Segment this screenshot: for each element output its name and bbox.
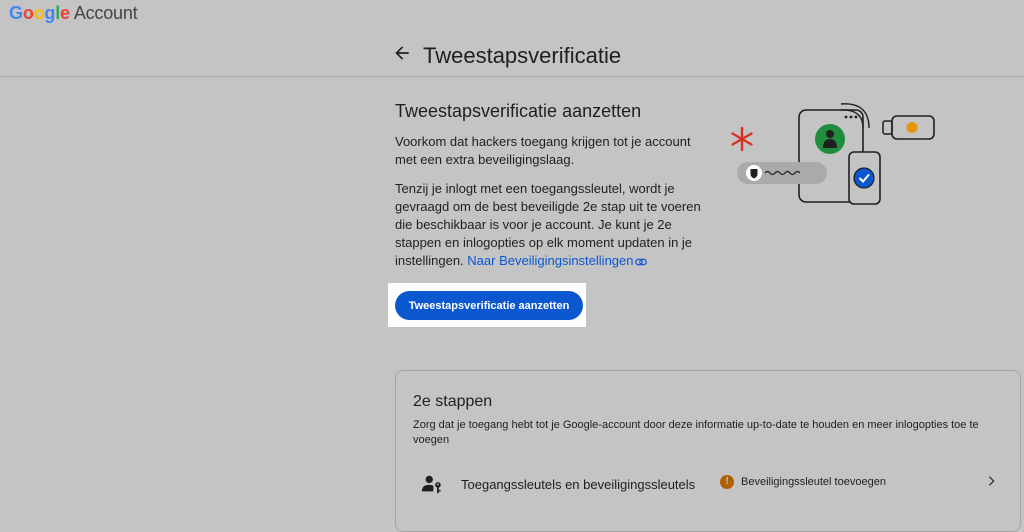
primary-button-highlight: Tweestapsverificatie aanzetten [388, 283, 586, 327]
link-icon [634, 258, 647, 265]
page-header: Tweestapsverificatie [0, 28, 1024, 77]
turn-on-2sv-button[interactable]: Tweestapsverificatie aanzetten [395, 291, 583, 320]
row-label: Toegangssleutels en beveiligingssleutels [461, 477, 696, 492]
passkeys-row[interactable]: Toegangssleutels en beveiligingssleutels… [396, 465, 1020, 505]
google-logo-text: Google [9, 3, 70, 23]
logo-account-label: Account [73, 3, 138, 23]
back-arrow-icon[interactable] [392, 43, 412, 63]
details-paragraph: Tenzij je inlogt met een toegangssleutel… [395, 180, 705, 270]
row-status: Beveiligingssleutel toevoegen [741, 476, 886, 488]
page-title: Tweestapsverificatie [423, 43, 622, 68]
second-steps-card: 2e stappen Zorg dat je toegang hebt tot … [395, 370, 1021, 532]
verified-badge-icon [815, 124, 845, 154]
security-settings-link[interactable]: Naar Beveiligingsinstellingen [467, 253, 647, 268]
card-description: Zorg dat je toegang hebt tot je Google-a… [413, 419, 979, 446]
card-title: 2e stappen [413, 393, 493, 410]
intro-paragraph: Voorkom dat hackers toegang krijgen tot … [395, 134, 691, 167]
security-key-icon [882, 115, 935, 140]
security-illustration [731, 103, 935, 205]
password-pill-icon [737, 162, 827, 184]
chevron-right-icon [989, 476, 995, 486]
person-key-icon [421, 475, 441, 494]
top-bar: Google Account [0, 0, 1024, 28]
asterisk-icon [731, 126, 753, 152]
warning-icon: ! [720, 475, 734, 489]
check-circle-icon [853, 167, 875, 189]
security-settings-link-label: Naar Beveiligingsinstellingen [467, 253, 634, 268]
google-account-logo[interactable]: Google Account [9, 3, 138, 24]
section-title: Tweestapsverificatie aanzetten [395, 101, 642, 121]
